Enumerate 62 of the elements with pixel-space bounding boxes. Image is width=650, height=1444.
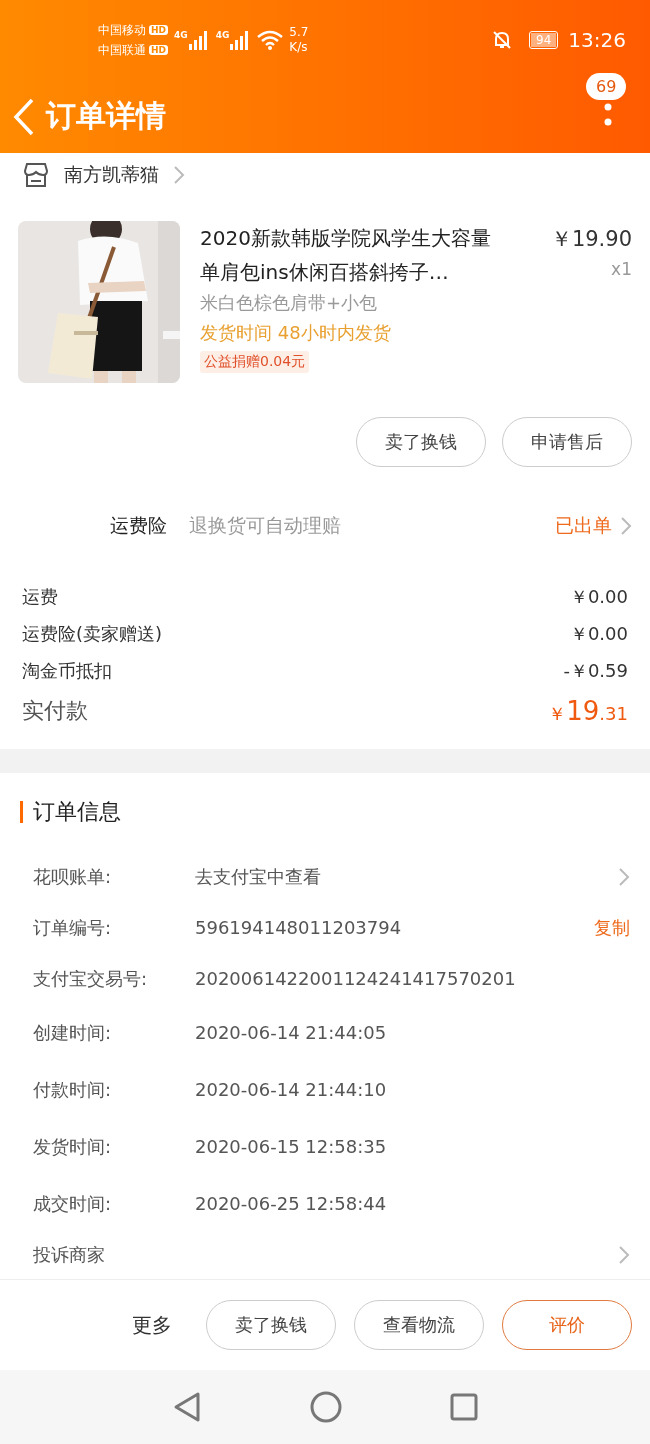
speed-unit: K/s <box>289 40 309 55</box>
fee-label: 淘金币抵扣 <box>22 658 112 683</box>
message-count-badge: 69 <box>586 72 627 100</box>
section-title: 订单信息 <box>33 798 121 827</box>
page-title: 订单详情 <box>46 97 166 135</box>
info-value: 去支付宝中查看 <box>195 864 321 889</box>
signal-icon <box>187 30 210 50</box>
product-price: ￥19.90 <box>550 226 632 253</box>
back-icon[interactable] <box>12 96 36 137</box>
info-value: 2020-06-14 21:44:05 <box>195 1022 387 1044</box>
fee-value: -￥0.59 <box>563 658 628 683</box>
chevron-right-icon <box>620 515 632 536</box>
info-value: 596194148011203794 <box>195 917 402 939</box>
total-label: 实付款 <box>22 697 88 725</box>
order-action-button[interactable]: 查看物流 <box>354 1300 484 1350</box>
hd-badge: HD <box>149 45 168 55</box>
carrier-name: 中国移动 <box>98 21 146 39</box>
home-icon[interactable] <box>310 1391 342 1423</box>
chevron-right-icon <box>618 1245 630 1266</box>
shipping-time: 发货时间 48小时内发货 <box>200 321 391 345</box>
hd-badge: HD <box>149 25 168 35</box>
chevron-right-icon <box>618 866 630 887</box>
store-icon <box>22 162 50 188</box>
info-label: 支付宝交易号: <box>33 966 149 991</box>
item-action-button[interactable]: 卖了换钱 <box>356 417 486 467</box>
fee-label: 运费险(卖家赠送) <box>22 621 163 646</box>
more-icon[interactable] <box>604 102 612 127</box>
info-value: 2020-06-15 12:58:35 <box>195 1136 387 1158</box>
fee-label: 运费 <box>22 584 58 609</box>
info-label[interactable]: 投诉商家 <box>33 1243 195 1268</box>
network-type: 4G <box>174 30 188 40</box>
product-quantity: x1 <box>611 259 632 279</box>
info-value: 2020-06-14 21:44:10 <box>195 1079 387 1101</box>
info-value: 2020061422001124241417570201 <box>195 968 516 990</box>
donation-tag: 公益捐赠0.04元 <box>200 351 310 373</box>
insurance-description: 退换货可自动理赔 <box>189 512 341 538</box>
network-type: 4G <box>215 30 230 40</box>
recent-apps-icon[interactable] <box>450 1393 478 1421</box>
product-variant: 米白色棕色肩带+小包 <box>200 291 378 315</box>
order-action-button[interactable]: 卖了换钱 <box>206 1300 336 1350</box>
info-label: 订单编号: <box>33 915 113 940</box>
info-label[interactable]: 花呗账单: <box>33 864 195 889</box>
status-time: 13:26 <box>568 28 626 52</box>
product-title[interactable]: 2020新款韩版学院风学生大容量单肩包ins休闲百搭斜挎子… <box>200 221 498 289</box>
total-amount: ￥19.31 <box>548 696 628 726</box>
fee-value: ￥0.00 <box>569 584 628 609</box>
back-icon[interactable] <box>172 1391 202 1423</box>
more-link[interactable]: 更多 <box>132 1311 172 1339</box>
fee-value: ￥0.00 <box>569 621 628 646</box>
info-label: 付款时间: <box>33 1077 113 1102</box>
chevron-right-icon <box>173 165 185 185</box>
wifi-icon <box>257 30 284 50</box>
item-action-button[interactable]: 申请售后 <box>502 417 632 467</box>
insurance-label: 运费险 <box>110 512 167 538</box>
battery-icon: 94 <box>529 31 559 49</box>
info-label: 创建时间: <box>33 1020 113 1045</box>
carrier-name: 中国联通 <box>98 41 146 59</box>
store-name[interactable]: 南方凯蒂猫 <box>64 162 159 188</box>
info-value: 2020-06-25 12:58:44 <box>195 1193 387 1214</box>
speed-value: 5.7 <box>289 25 309 40</box>
info-label: 成交时间: <box>33 1191 113 1216</box>
info-label: 发货时间: <box>33 1134 113 1159</box>
